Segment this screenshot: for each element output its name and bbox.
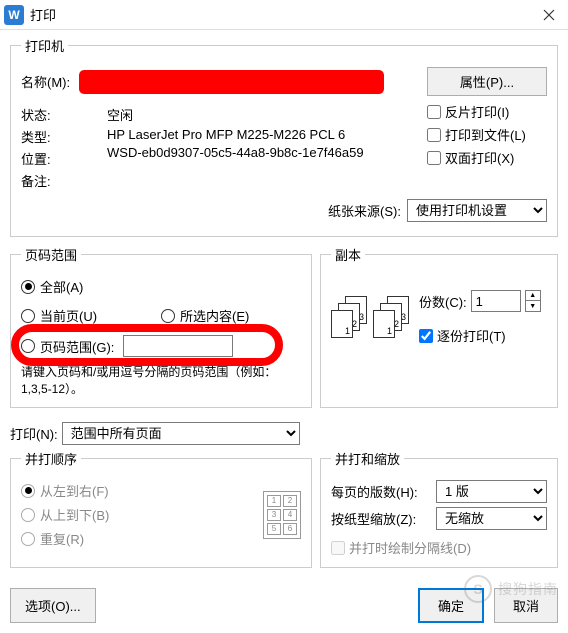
copies-spinner[interactable]: ▲▼ xyxy=(525,290,541,312)
collate-icon-2: 3 2 1 xyxy=(373,296,413,340)
order-tb-radio: 从上到下(B) xyxy=(21,505,263,524)
order-repeat-radio: 重复(R) xyxy=(21,529,263,548)
name-label: 名称(M): xyxy=(21,72,79,91)
range-legend: 页码范围 xyxy=(21,245,81,264)
close-button[interactable] xyxy=(534,0,564,30)
range-all-radio[interactable]: 全部(A) xyxy=(21,277,301,296)
order-lr-radio: 从左到右(F) xyxy=(21,481,263,500)
range-group: 页码范围 全部(A) 当前页(U) 所选内容(E) 页码范围(G): 请键入页码… xyxy=(10,245,312,408)
copies-input[interactable] xyxy=(471,290,521,312)
mirror-checkbox[interactable]: 反片打印(I) xyxy=(427,102,547,121)
scale-label: 按纸型缩放(Z): xyxy=(331,509,436,528)
copies-group: 副本 3 2 1 3 2 1 份数(C): xyxy=(320,245,558,408)
order-legend: 并打顺序 xyxy=(21,449,81,468)
printer-legend: 打印机 xyxy=(21,36,68,55)
source-select[interactable]: 使用打印机设置 xyxy=(407,199,547,222)
range-hint: 请键入页码和/或用逗号分隔的页码范围（例如：1,3,5-12）。 xyxy=(21,363,301,397)
copies-legend: 副本 xyxy=(331,245,365,264)
perpage-select[interactable]: 1 版 xyxy=(436,480,547,503)
print-what-select[interactable]: 范围中所有页面 xyxy=(62,422,300,445)
perpage-label: 每页的版数(H): xyxy=(331,482,436,501)
copies-label: 份数(C): xyxy=(419,292,467,311)
printer-name-dropdown[interactable] xyxy=(79,70,384,94)
notes-label: 备注: xyxy=(21,171,51,190)
source-label: 纸张来源(S): xyxy=(328,201,401,220)
range-selection-radio[interactable]: 所选内容(E) xyxy=(161,306,301,325)
scale-select[interactable]: 无缩放 xyxy=(436,507,547,530)
properties-button[interactable]: 属性(P)... xyxy=(427,67,547,96)
range-pages-radio[interactable]: 页码范围(G): xyxy=(21,335,301,357)
printer-group: 打印机 名称(M): 属性(P)... 状态: 类型: 位置: 备注: 空闲 H… xyxy=(10,36,558,237)
cancel-button[interactable]: 取消 xyxy=(494,588,558,623)
print-what-label: 打印(N): xyxy=(10,424,58,443)
window-title: 打印 xyxy=(30,5,534,24)
order-preview-icon: 123456 xyxy=(263,491,301,539)
status-label: 状态: xyxy=(21,105,51,124)
drawlines-checkbox: 并打时绘制分隔线(D) xyxy=(331,538,547,557)
range-pages-input[interactable] xyxy=(123,335,233,357)
collate-icon-1: 3 2 1 xyxy=(331,296,371,340)
type-label: 类型: xyxy=(21,127,51,146)
scale-group: 并打和缩放 每页的版数(H): 1 版 按纸型缩放(Z): 无缩放 并打时绘制分… xyxy=(320,449,558,568)
app-logo: W xyxy=(4,5,24,25)
type-value: HP LaserJet Pro MFP M225-M226 PCL 6 xyxy=(107,127,345,142)
options-button[interactable]: 选项(O)... xyxy=(10,588,96,623)
range-current-radio[interactable]: 当前页(U) xyxy=(21,306,161,325)
duplex-checkbox[interactable]: 双面打印(X) xyxy=(427,148,547,167)
ok-button[interactable]: 确定 xyxy=(418,588,484,623)
tofile-checkbox[interactable]: 打印到文件(L) xyxy=(427,125,547,144)
scale-legend: 并打和缩放 xyxy=(331,449,404,468)
status-value: 空闲 xyxy=(107,105,133,124)
location-label: 位置: xyxy=(21,149,51,168)
collate-checkbox[interactable]: 逐份打印(T) xyxy=(419,326,541,345)
location-value: WSD-eb0d9307-05c5-44a8-9b8c-1e7f46a59 xyxy=(107,145,364,160)
order-group: 并打顺序 从左到右(F) 从上到下(B) 重复(R) 123456 xyxy=(10,449,312,568)
